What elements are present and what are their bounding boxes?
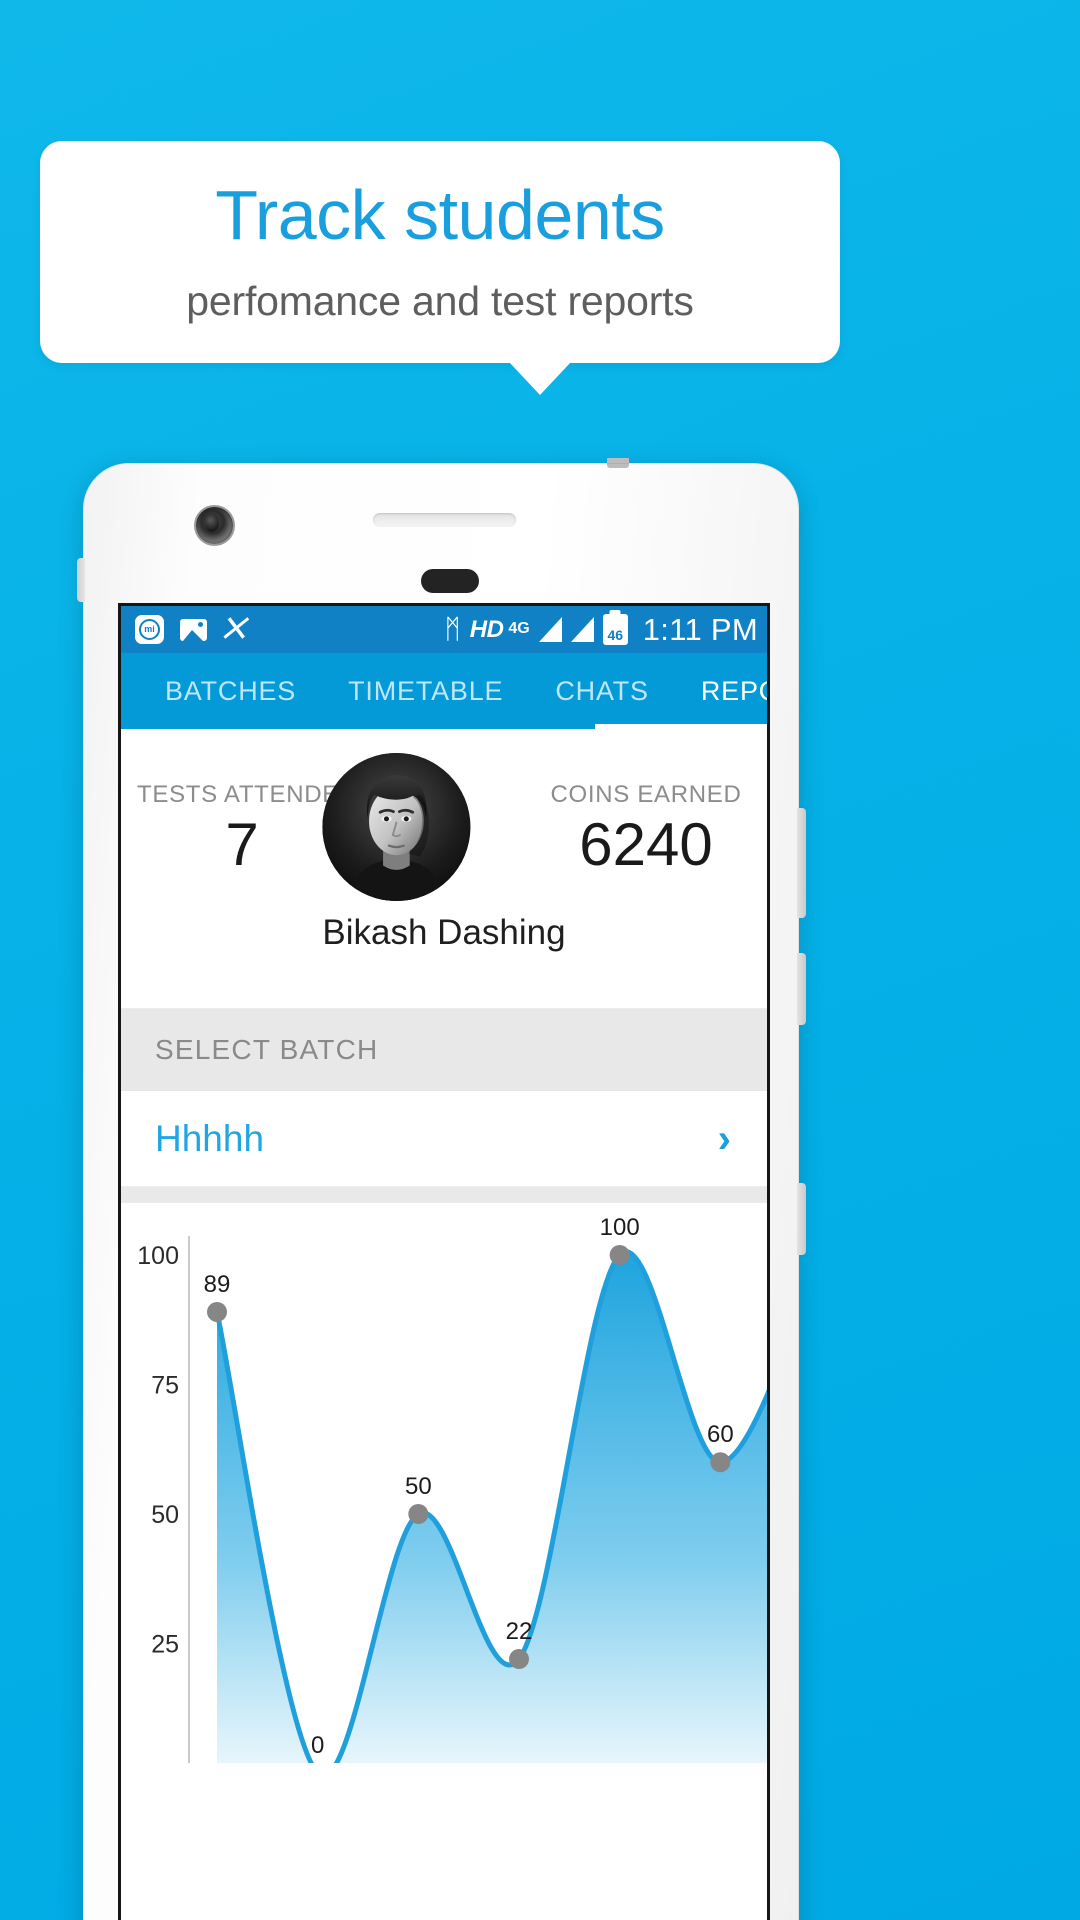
- tab-chats[interactable]: CHATS: [529, 653, 675, 729]
- phone-side-button[interactable]: [797, 1183, 806, 1255]
- chart-data-point[interactable]: [207, 1301, 227, 1322]
- power-button[interactable]: [797, 953, 806, 1025]
- network-type-label: 4G: [508, 619, 530, 637]
- chart-point-label: 89: [204, 1271, 231, 1298]
- tests-attended-value: 7: [225, 811, 259, 878]
- phone-top-notch: [607, 458, 629, 468]
- front-camera-icon: [196, 507, 233, 544]
- performance-chart-svg: 100 75 50 25 89 0 50 22 100 60 100: [137, 1214, 767, 1763]
- status-bar-clock: 1:11 PM: [642, 611, 758, 647]
- promo-subtitle: perfomance and test reports: [186, 278, 694, 325]
- status-bar-system: ᛗ HD 4G 46 1:11 PM: [445, 612, 758, 648]
- volume-button[interactable]: [797, 808, 806, 918]
- chart-point-label: 50: [405, 1473, 432, 1500]
- section-divider: [121, 1187, 767, 1203]
- coins-earned-value: 6240: [579, 811, 713, 878]
- coins-earned-label: COINS EARNED: [550, 781, 742, 808]
- chart-point-label: 22: [506, 1618, 533, 1645]
- callout-tail-icon: [509, 362, 571, 395]
- phone-mockup: mi ⨉ ᛗ HD 4G 46 1:11 PM BATCHES TIMETABL…: [77, 458, 806, 1920]
- chart-data-point[interactable]: [408, 1504, 429, 1524]
- chart-data-point[interactable]: [609, 1245, 630, 1265]
- promo-title: Track students: [215, 175, 665, 254]
- chart-y-axis-labels: 100 75 50 25: [137, 1242, 179, 1659]
- chart-point-label: 0: [311, 1732, 324, 1759]
- chart-area-fill: [217, 1251, 767, 1763]
- coins-earned-stat: COINS EARNED 6240: [541, 781, 751, 875]
- performance-chart: 100 75 50 25 89 0 50 22 100 60 100: [121, 1203, 767, 1763]
- tab-timetable[interactable]: TIMETABLE: [322, 653, 529, 729]
- chart-y-tick: 75: [151, 1372, 179, 1400]
- chart-y-tick: 25: [151, 1631, 179, 1659]
- bluetooth-icon: ᛗ: [444, 614, 461, 644]
- chart-y-tick: 50: [151, 1501, 179, 1529]
- selected-batch-label: Hhhhh: [155, 1117, 265, 1159]
- status-bar-notifications: mi ⨉: [135, 615, 445, 644]
- batch-selector-row[interactable]: Hhhhh ›: [121, 1091, 767, 1187]
- mi-app-icon: mi: [135, 615, 164, 644]
- tab-reports[interactable]: REPORTS: [675, 653, 767, 729]
- proximity-sensor: [421, 569, 479, 593]
- chart-point-label: 100: [600, 1214, 640, 1241]
- hotspot-icon: ⨉: [223, 614, 245, 644]
- hd-voice-icon: HD: [469, 615, 504, 643]
- tests-attended-label: TESTS ATTENDED: [137, 781, 358, 808]
- tab-bar: BATCHES TIMETABLE CHATS REPORTS: [121, 653, 767, 729]
- tests-attended-stat: TESTS ATTENDED 7: [137, 781, 358, 878]
- phone-screen: mi ⨉ ᛗ HD 4G 46 1:11 PM BATCHES TIMETABL…: [118, 603, 770, 1920]
- profile-summary: TESTS ATTENDED 7 Bikash Dashing COINS EA…: [121, 729, 767, 1009]
- chart-data-point[interactable]: [710, 1452, 731, 1473]
- promo-callout: Track students perfomance and test repor…: [40, 141, 840, 363]
- signal-icon-sim1: [538, 617, 562, 642]
- phone-left-button[interactable]: [77, 558, 85, 602]
- chart-point-label: 60: [707, 1421, 734, 1448]
- chart-y-tick: 100: [137, 1242, 179, 1270]
- profile-avatar-block: Bikash Dashing: [322, 753, 566, 953]
- image-icon: [180, 618, 207, 641]
- tab-batches[interactable]: BATCHES: [139, 653, 322, 729]
- chevron-right-icon: ›: [717, 1116, 731, 1161]
- profile-name: Bikash Dashing: [322, 913, 566, 952]
- status-bar: mi ⨉ ᛗ HD 4G 46 1:11 PM: [121, 606, 767, 653]
- chart-data-point[interactable]: [509, 1649, 529, 1670]
- signal-icon-sim2: [570, 617, 594, 642]
- select-batch-header: SELECT BATCH: [121, 1009, 767, 1091]
- earpiece-speaker: [373, 513, 516, 527]
- battery-icon: 46: [602, 614, 628, 645]
- avatar[interactable]: [322, 753, 471, 901]
